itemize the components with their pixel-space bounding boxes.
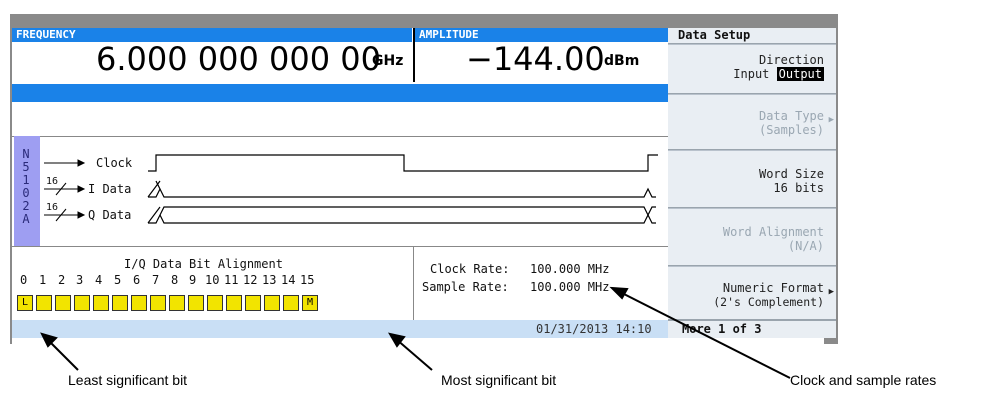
lsb-callout-line: [47, 339, 79, 371]
rates-annotation: Clock and sample rates: [790, 372, 937, 388]
callout-arrows: [40, 286, 791, 379]
lsb-callout-arrowhead: [40, 332, 58, 348]
rates-callout-line: [619, 291, 791, 379]
msb-annotation: Most significant bit: [441, 372, 557, 388]
msb-callout-line: [395, 338, 433, 371]
rates-callout-arrowhead: [609, 286, 629, 300]
lsb-annotation: Least significant bit: [68, 372, 188, 388]
